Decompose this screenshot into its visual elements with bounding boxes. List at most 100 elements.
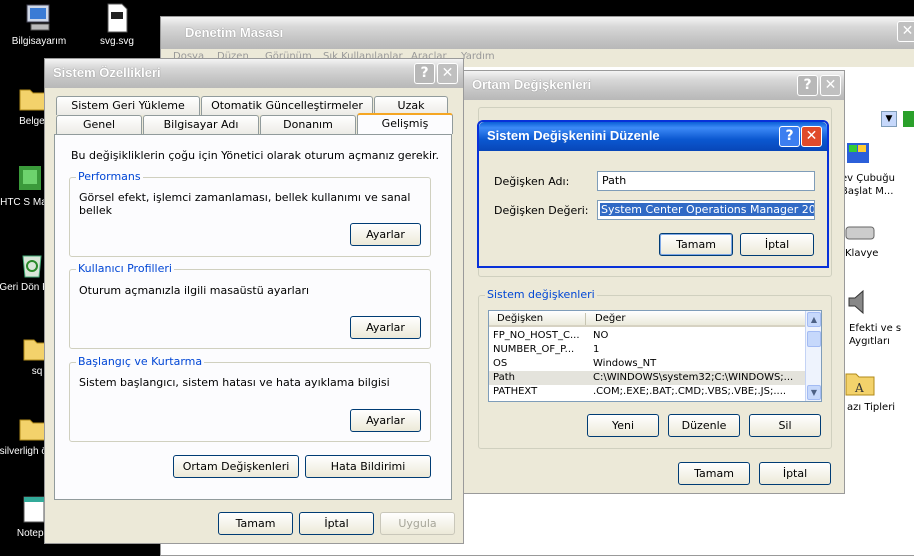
desktop-icon-svg-file[interactable]: svg.svg [72, 2, 162, 48]
table-row-selected[interactable]: Path C:\WINDOWS\system32;C:\WINDOWS;... [489, 371, 805, 385]
help-button[interactable]: ? [414, 63, 435, 84]
keyboard-icon [845, 226, 875, 240]
taskbar-start-icon [847, 143, 869, 163]
new-button[interactable]: Yeni [587, 414, 659, 437]
variable-name-label: Değişken Adı: [494, 175, 570, 188]
table-row[interactable]: NUMBER_OF_P... 1 [489, 343, 805, 357]
cp-item-sounds[interactable]: Efekti ve s Aygıtları [849, 322, 914, 348]
row-variable: NUMBER_OF_P... [493, 344, 575, 355]
address-dropdown-button[interactable]: ▼ [881, 111, 897, 127]
tab-system-restore[interactable]: Sistem Geri Yükleme [56, 96, 200, 115]
window-title: Ortam Değişkenleri [472, 77, 592, 92]
edit-button[interactable]: Düzenle [668, 414, 740, 437]
window-title: Sistem Özellikleri [53, 65, 161, 80]
row-variable: OS [493, 358, 508, 369]
cp-close-button[interactable]: ✕ [897, 21, 914, 42]
document-icon [107, 3, 128, 33]
recycle-bin-icon [22, 255, 42, 278]
help-button[interactable]: ? [779, 126, 800, 147]
system-properties-window: Sistem Özellikleri ? ✕ Sistem Geri Yükle… [44, 58, 464, 544]
close-button[interactable]: ✕ [820, 75, 841, 96]
apply-button[interactable]: Uygula [380, 512, 455, 535]
environment-variables-titlebar[interactable]: Ortam Değişkenleri [464, 71, 844, 100]
row-value: Windows_NT [593, 358, 657, 369]
scroll-thumb[interactable] [807, 331, 821, 347]
startup-recovery-group: Başlangıç ve Kurtarma Sistem başlangıcı,… [69, 355, 431, 442]
startup-settings-button[interactable]: Ayarlar [350, 409, 421, 432]
cancel-button[interactable]: İptal [299, 512, 374, 535]
vertical-scrollbar[interactable]: ▲ ▼ [805, 311, 821, 401]
close-button[interactable]: ✕ [437, 63, 458, 84]
edit-system-variable-dialog: Sistem Değişkenini Düzenle ? ✕ Değişken … [477, 120, 829, 268]
window-title: Denetim Masası [185, 25, 284, 40]
group-description: Sistem başlangıcı, sistem hatası ve hata… [79, 376, 390, 389]
desktop-icon-label: svg.svg [100, 36, 134, 47]
svg-text:A: A [854, 381, 864, 395]
tab-panel: Bu değişikliklerin çoğu için Yönetici ol… [54, 134, 452, 500]
system-variables-group: Sistem değişkenleri Değişken Değer FP_NO… [478, 288, 832, 449]
desktop-icon-label: sq [31, 366, 43, 377]
go-arrow-icon[interactable] [903, 111, 914, 127]
close-button[interactable]: ✕ [801, 126, 822, 147]
group-title: Sistem değişkenleri [485, 288, 597, 301]
table-row[interactable]: PATHEXT .COM;.EXE;.BAT;.CMD;.VBS;.VBE;.J… [489, 385, 805, 399]
list-header: Değişken Değer [489, 311, 805, 327]
scroll-up-arrow-icon[interactable]: ▲ [807, 312, 821, 327]
system-properties-titlebar[interactable]: Sistem Özellikleri [45, 59, 463, 88]
variable-name-field[interactable]: Path [597, 171, 815, 191]
admin-note: Bu değişikliklerin çoğu için Yönetici ol… [71, 149, 440, 162]
cp-item-taskbar[interactable]: ev Çubuğu Başlat M... [841, 172, 914, 198]
row-value: .COM;.EXE;.BAT;.CMD;.VBS;.VBE;.JS;.... [593, 386, 787, 397]
group-title: Başlangıç ve Kurtarma [76, 355, 205, 368]
ok-button[interactable]: Tamam [678, 462, 750, 485]
computer-icon [26, 4, 50, 31]
variable-value-label: Değişken Değeri: [494, 204, 589, 217]
environment-variables-button[interactable]: Ortam Değişkenleri [173, 455, 299, 478]
edit-dialog-titlebar[interactable]: Sistem Değişkenini Düzenle [479, 122, 827, 151]
group-description: Görsel efekt, işlemci zamanlaması, belle… [79, 191, 411, 217]
tab-advanced[interactable]: Gelişmiş [357, 113, 453, 134]
menu-item-help[interactable]: Yardım [461, 51, 495, 62]
column-header-value[interactable]: Değer [595, 313, 625, 324]
user-profiles-group: Kullanıcı Profilleri Oturum açmanızla il… [69, 262, 431, 349]
desktop-icon-label: Belgel [19, 116, 47, 127]
row-value: NO [593, 330, 609, 341]
cancel-button[interactable]: İptal [759, 462, 831, 485]
column-header-variable[interactable]: Değişken [497, 313, 543, 324]
ok-button[interactable]: Tamam [659, 233, 733, 256]
speaker-icon [848, 289, 864, 315]
table-row[interactable]: OS Windows_NT [489, 357, 805, 371]
ok-button[interactable]: Tamam [218, 512, 293, 535]
htc-app-icon [19, 166, 41, 190]
control-panel-titlebar[interactable]: Denetim Masası [161, 17, 914, 49]
scroll-down-arrow-icon[interactable]: ▼ [807, 385, 821, 400]
tab-general[interactable]: Genel [56, 115, 142, 134]
group-title: Kullanıcı Profilleri [76, 262, 174, 275]
column-divider [585, 313, 586, 325]
group-description: Oturum açmanızla ilgili masaüstü ayarlar… [79, 284, 310, 297]
performance-settings-button[interactable]: Ayarlar [350, 223, 421, 246]
help-button[interactable]: ? [797, 75, 818, 96]
performance-group: Performans Görsel efekt, işlemci zamanla… [69, 170, 431, 257]
cancel-button[interactable]: İptal [740, 233, 814, 256]
row-value: C:\WINDOWS\system32;C:\WINDOWS;... [593, 372, 794, 383]
delete-button[interactable]: Sil [749, 414, 821, 437]
tab-hardware[interactable]: Donanım [260, 115, 356, 134]
window-title: Sistem Değişkenini Düzenle [487, 128, 660, 143]
table-row[interactable]: FP_NO_HOST_C... NO [489, 329, 805, 343]
error-reporting-button[interactable]: Hata Bildirimi [305, 455, 431, 478]
tab-automatic-updates[interactable]: Otomatik Güncelleştirmeler [201, 96, 373, 115]
group-title: Performans [76, 170, 143, 183]
profiles-settings-button[interactable]: Ayarlar [350, 316, 421, 339]
fonts-folder-icon: A [845, 373, 875, 396]
variable-value-field[interactable]: System Center Operations Manager 2007\ [597, 200, 815, 220]
row-variable: Path [493, 372, 515, 383]
row-variable: PATHEXT [493, 386, 538, 397]
system-variables-list[interactable]: Değişken Değer FP_NO_HOST_C... NO NUMBER… [488, 310, 822, 402]
tab-computer-name[interactable]: Bilgisayar Adı [143, 115, 259, 134]
cp-item-keyboard[interactable]: Klavye [845, 248, 878, 259]
variable-value-text: System Center Operations Manager 2007\ [600, 203, 814, 216]
row-variable: FP_NO_HOST_C... [493, 330, 580, 341]
desktop-icon-label: Bilgisayarım [11, 36, 67, 47]
cp-item-fonts[interactable]: azı Tipleri [847, 402, 895, 413]
